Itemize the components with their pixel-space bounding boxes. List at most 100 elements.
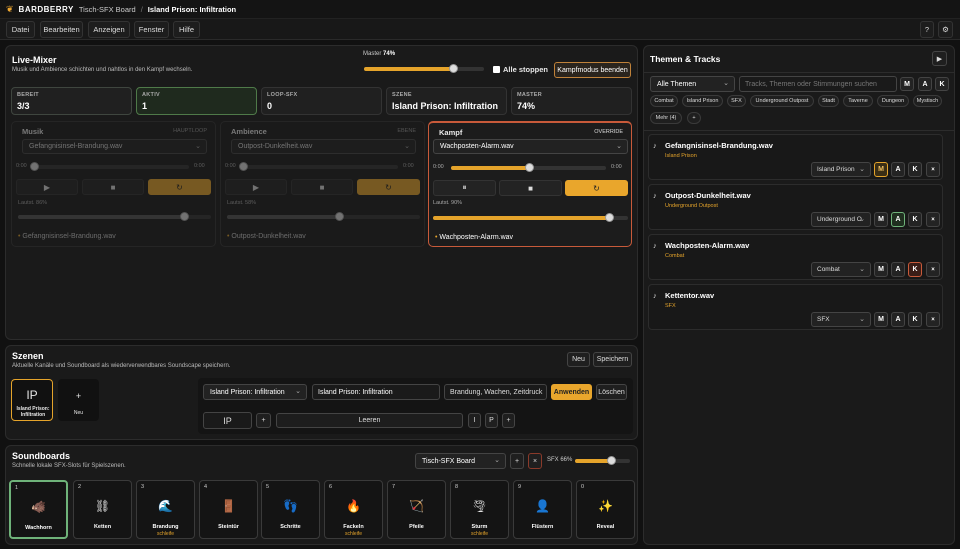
soundboard-add-button[interactable]: + (510, 453, 524, 469)
channel-ambience-play-button[interactable]: ▶ (225, 179, 287, 195)
scene-new-button[interactable]: Neu (567, 352, 590, 367)
soundboard-slot-2[interactable]: 2 ⛓ Ketten (73, 480, 132, 539)
track-k-button[interactable]: K (908, 162, 922, 177)
chip-add[interactable]: + (687, 112, 701, 124)
channel-combat-loop-button[interactable]: ↻ (565, 180, 628, 196)
channel-music-volume-slider[interactable] (18, 212, 211, 221)
menu-bearbeiten[interactable]: Bearbeiten (40, 21, 83, 38)
theme-filter-select[interactable]: Alle Themen ⌄ (650, 76, 735, 92)
channel-music-volume-knob[interactable] (179, 212, 189, 221)
channel-combat-pause-button[interactable]: ⏸ (433, 180, 496, 196)
filter-a-button[interactable]: A (918, 77, 932, 91)
chip-island-prison[interactable]: Island Prison (682, 95, 723, 107)
channel-ambience-stop-button[interactable]: ■ (291, 179, 353, 195)
scene-tags-input[interactable]: Brandung, Wachen, Zeitdruck (444, 384, 547, 400)
track-a-button[interactable]: A (891, 162, 905, 177)
track-m-button[interactable]: M (874, 262, 888, 277)
stop-all-label[interactable]: Alle stoppen (503, 65, 548, 74)
track-k-button[interactable]: K (908, 212, 922, 227)
settings-gear-icon[interactable]: ⚙ (938, 21, 953, 38)
soundboard-slot-1[interactable]: 1 🐗 Wachhorn (9, 480, 68, 539)
scene-p-button[interactable]: P (485, 413, 498, 428)
channel-ambience-track-select[interactable]: Outpost-Dunkelheit.wav ⌄ (231, 139, 416, 154)
master-volume-slider[interactable] (364, 64, 484, 73)
track-search-input[interactable]: Tracks, Themen oder Stimmungen suchen (739, 76, 897, 92)
soundboard-slot-3[interactable]: 3 🌊 Brandung schleife (136, 480, 195, 539)
track-row[interactable]: ♪ Outpost-Dunkelheit.wav Underground Outpo… (648, 184, 943, 230)
chip-combat[interactable]: Combat (650, 95, 678, 107)
scene-save-button[interactable]: Speichern (593, 352, 632, 367)
master-volume-knob[interactable] (448, 64, 458, 73)
soundboard-select[interactable]: Tisch-SFX Board ⌄ (415, 453, 506, 469)
track-a-button[interactable]: A (891, 262, 905, 277)
stop-all-checkbox[interactable] (493, 66, 500, 73)
scene-select[interactable]: Island Prison: Infiltration ⌄ (203, 384, 307, 400)
track-theme-select[interactable]: SFX ⌄ (811, 312, 871, 327)
track-row[interactable]: ♪ Gefangnisinsel-Brandung.wav Island Priso… (648, 134, 943, 180)
menu-hilfe[interactable]: Hilfe (173, 21, 200, 38)
channel-combat-track-select[interactable]: Wachposten-Alarm.wav ⌄ (433, 139, 628, 154)
track-theme-select[interactable]: Combat ⌄ (811, 262, 871, 277)
channel-ambience-progress-knob[interactable] (239, 162, 248, 171)
channel-combat-progress-knob[interactable] (524, 163, 534, 172)
channel-ambience-volume-knob[interactable] (334, 212, 344, 221)
chip-stadt[interactable]: Stadt (818, 95, 839, 107)
scene-clear-button[interactable]: Leeren (276, 413, 463, 428)
channel-music-progress[interactable] (30, 162, 189, 171)
scene-card-island-prison[interactable]: IP Island Prison: Infiltration (11, 379, 53, 421)
channel-music-track-select[interactable]: Gefangnisinsel-Brandung.wav ⌄ (22, 139, 207, 154)
menu-datei[interactable]: Datei (6, 21, 35, 38)
chip-more[interactable]: Mehr (4) (650, 112, 682, 124)
soundboard-slot-8[interactable]: 8 🌪 Sturm schleife (450, 480, 509, 539)
track-theme-select[interactable]: Island Prison ⌄ (811, 162, 871, 177)
sfx-volume-slider[interactable] (575, 456, 630, 465)
channel-combat-volume-slider[interactable] (433, 213, 628, 222)
help-button[interactable]: ? (920, 21, 934, 38)
track-remove-button[interactable]: × (926, 312, 940, 327)
chip-taverne[interactable]: Taverne (843, 95, 873, 107)
channel-ambience-loop-button[interactable]: ↻ (357, 179, 420, 195)
chip-sfx[interactable]: SFX (727, 95, 746, 107)
scene-name-input[interactable]: Island Prison: Infiltration (312, 384, 440, 400)
soundboard-slot-5[interactable]: 5 👣 Schritte (261, 480, 320, 539)
breadcrumb-board[interactable]: Tisch-SFX Board (79, 5, 136, 14)
themes-play-button[interactable]: ▶ (932, 51, 947, 66)
chip-mystisch[interactable]: Mystisch (913, 95, 942, 107)
soundboard-slot-0[interactable]: 0 ✨ Reveal (576, 480, 635, 539)
track-row[interactable]: ♪ Kettentor.wav SFX SFX ⌄ M A K × (648, 284, 943, 330)
track-a-button[interactable]: A (891, 312, 905, 327)
soundboard-delete-button[interactable]: × (528, 453, 542, 469)
menu-fenster[interactable]: Fenster (134, 21, 169, 38)
scene-apply-button[interactable]: Anwenden (551, 384, 592, 400)
scene-add-button[interactable]: + (256, 413, 271, 428)
channel-ambience-volume-slider[interactable] (227, 212, 420, 221)
track-m-button[interactable]: M (874, 312, 888, 327)
soundboard-slot-6[interactable]: 6 🔥 Fackeln schleife (324, 480, 383, 539)
soundboard-slot-4[interactable]: 4 🚪 Steintür (199, 480, 258, 539)
scene-abbr-input[interactable]: IP (203, 412, 252, 429)
channel-combat-progress[interactable] (451, 163, 606, 172)
channel-ambience-progress[interactable] (239, 162, 398, 171)
channel-music-stop-button[interactable]: ■ (82, 179, 144, 195)
soundboard-slot-9[interactable]: 9 👤 Flüstern (513, 480, 572, 539)
scene-i-button[interactable]: I (468, 413, 481, 428)
chip-underground-outpost[interactable]: Underground Outpost (750, 95, 814, 107)
channel-combat-volume-knob[interactable] (604, 213, 614, 222)
channel-music-play-button[interactable]: ▶ (16, 179, 78, 195)
track-k-button[interactable]: K (908, 262, 922, 277)
track-theme-select[interactable]: Underground O ⌄ (811, 212, 871, 227)
menu-anzeigen[interactable]: Anzeigen (88, 21, 130, 38)
filter-m-button[interactable]: M (900, 77, 914, 91)
scene-delete-button[interactable]: Löschen (596, 384, 627, 400)
soundboard-slot-7[interactable]: 7 🏹 Pfeile (387, 480, 446, 539)
track-m-button[interactable]: M (874, 162, 888, 177)
chip-dungeon[interactable]: Dungeon (877, 95, 909, 107)
track-remove-button[interactable]: × (926, 162, 940, 177)
track-a-button[interactable]: A (891, 212, 905, 227)
channel-music-progress-knob[interactable] (30, 162, 39, 171)
scene-plus-button[interactable]: + (502, 413, 515, 428)
track-k-button[interactable]: K (908, 312, 922, 327)
end-combat-button[interactable]: Kampfmodus beenden (554, 62, 631, 78)
track-remove-button[interactable]: × (926, 262, 940, 277)
track-m-button[interactable]: M (874, 212, 888, 227)
